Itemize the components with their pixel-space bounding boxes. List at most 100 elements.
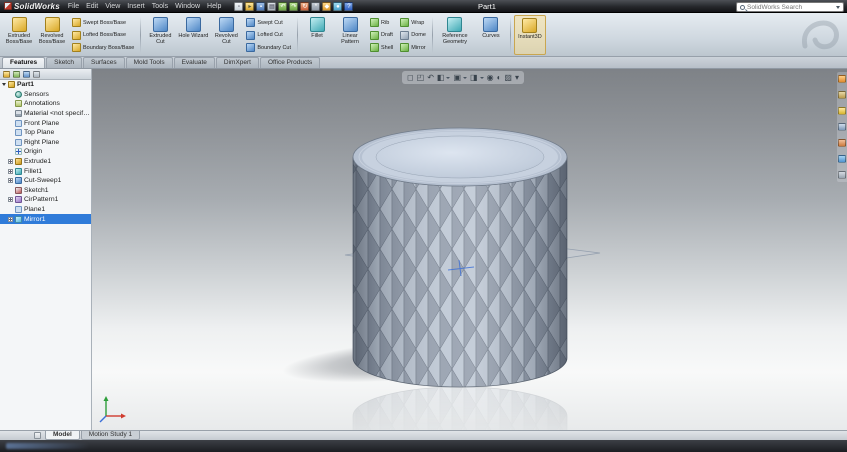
tree-item-material[interactable]: Material <not specified> [0,109,91,119]
chevron-down-icon[interactable] [479,76,484,79]
expand-plus-icon[interactable] [8,159,13,165]
tab-dimxpert[interactable]: DimXpert [215,57,259,68]
tree-item-top-plane[interactable]: Top Plane [0,128,91,138]
save-icon[interactable]: ▪ [256,1,266,11]
tree-item-cut-sweep1[interactable]: Cut-Sweep1 [0,176,91,186]
instant3d-button[interactable]: Instant3D [513,15,546,55]
model-scene[interactable] [92,69,847,430]
tab-sketch[interactable]: Sketch [46,57,82,68]
tab-list-icon[interactable] [34,432,41,439]
chevron-down-icon[interactable] [463,76,468,79]
menu-insert[interactable]: Insert [127,3,145,10]
color-appearance-icon[interactable]: ◆ [322,1,332,11]
hide-show-items-icon[interactable]: ◉ [487,71,494,84]
help-icon[interactable]: ? [344,1,354,11]
shell-button[interactable]: Shell [368,42,395,53]
graphics-area[interactable]: ◻ ◰ ↶ ◧ ▣ ◨ ◉ ◐ ▨ ▾ [92,69,847,430]
extruded-boss-base-button[interactable]: Extruded Boss/Base [3,15,35,55]
print-icon[interactable]: ▤ [267,1,277,11]
redo-icon[interactable]: ↷ [289,1,299,11]
tab-features[interactable]: Features [2,57,46,68]
zoom-to-area-icon[interactable]: ◰ [417,71,425,84]
linear-pattern-button[interactable]: Linear Pattern [334,15,366,55]
swept-boss-base-button[interactable]: Swept Boss/Base [70,17,136,28]
menu-view[interactable]: View [105,3,120,10]
tree-item-cirpattern1[interactable]: CirPattern1 [0,195,91,205]
previous-view-icon[interactable]: ↶ [427,71,434,84]
expand-plus-icon[interactable] [8,168,13,174]
tab-office-products[interactable]: Office Products [259,57,321,68]
design-library-icon[interactable] [838,91,846,99]
apply-scene-icon[interactable]: ▨ [504,71,512,84]
file-explorer-icon[interactable] [838,107,846,115]
undo-icon[interactable]: ↶ [278,1,288,11]
display-style-icon[interactable]: ◨ [470,71,478,84]
view-settings-icon[interactable]: ▾ [515,71,519,84]
menu-tools[interactable]: Tools [152,3,168,10]
open-icon[interactable]: ▸ [245,1,255,11]
expand-plus-icon[interactable] [8,197,13,203]
curves-button[interactable]: Curves [475,15,507,55]
chevron-down-icon[interactable] [446,76,451,79]
extruded-cut-button[interactable]: Extruded Cut [144,15,176,55]
tree-item-extrude1[interactable]: Extrude1 [0,157,91,167]
dimxpertmanager-tab-icon[interactable] [33,70,40,78]
rib-button[interactable]: Rib [368,17,395,28]
tree-item-mirror1[interactable]: Mirror1 [0,214,91,224]
lofted-boss-base-button[interactable]: Lofted Boss/Base [70,30,136,41]
tree-item-front-plane[interactable]: Front Plane [0,118,91,128]
revolved-cut-button[interactable]: Revolved Cut [210,15,242,55]
menu-file[interactable]: File [68,3,79,10]
reference-geometry-button[interactable]: Reference Geometry [436,15,474,55]
section-view-icon[interactable]: ◧ [437,71,445,84]
mirror-button[interactable]: Mirror [398,42,428,53]
solidworks-resources-icon[interactable] [838,75,846,83]
featuremanager-tab-icon[interactable] [3,70,10,78]
tree-item-origin[interactable]: Origin [0,147,91,157]
view-orientation-icon[interactable]: ▣ [453,71,461,84]
hole-wizard-button[interactable]: Hole Wizard [177,15,209,55]
tree-item-part1[interactable]: Part1 [0,80,91,90]
menu-help[interactable]: Help [207,3,221,10]
tree-item-sketch1[interactable]: Sketch1 [0,186,91,196]
tab-model[interactable]: Model [45,431,80,440]
tree-item-sensors[interactable]: Sensors [0,90,91,100]
fillet-button[interactable]: Fillet [301,15,333,55]
menu-edit[interactable]: Edit [86,3,98,10]
options-icon[interactable]: * [311,1,321,11]
menu-window[interactable]: Window [175,3,200,10]
expand-plus-icon[interactable] [8,216,13,222]
tree-item-annotations[interactable]: Annotations [0,99,91,109]
lofted-cut-button[interactable]: Lofted Cut [244,30,293,41]
search-input[interactable] [747,3,834,11]
search-icon[interactable] [838,123,846,131]
collapse-arrow-icon[interactable] [2,83,6,87]
tree-item-plane1[interactable]: Plane1 [0,205,91,215]
new-icon[interactable]: ▫ [234,1,244,11]
tab-surfaces[interactable]: Surfaces [82,57,125,68]
boundary-cut-button[interactable]: Boundary Cut [244,42,293,53]
draft-button[interactable]: Draft [368,30,395,41]
tree-item-fillet1[interactable]: Fillet1 [0,166,91,176]
tab-motion-study-1[interactable]: Motion Study 1 [80,431,141,440]
configurationmanager-tab-icon[interactable] [23,70,30,78]
dome-button[interactable]: Dome [398,30,428,41]
chevron-down-icon[interactable] [836,5,840,9]
expand-plus-icon[interactable] [8,178,13,184]
tab-mold-tools[interactable]: Mold Tools [125,57,173,68]
knurled-cylinder-model[interactable] [352,127,568,388]
view-palette-icon[interactable] [838,139,846,147]
swept-cut-button[interactable]: Swept Cut [244,17,293,28]
propertymanager-tab-icon[interactable] [13,70,20,78]
boundary-boss-base-button[interactable]: Boundary Boss/Base [70,42,136,53]
tree-item-right-plane[interactable]: Right Plane [0,138,91,148]
appearances-scenes-icon[interactable] [838,155,846,163]
custom-properties-icon[interactable] [838,171,846,179]
wrap-button[interactable]: Wrap [398,17,428,28]
rebuild-icon[interactable]: ↻ [300,1,310,11]
zoom-fit-icon[interactable]: ◻ [407,71,414,84]
edit-appearance-icon[interactable]: ◐ [497,71,502,84]
revolved-boss-base-button[interactable]: Revolved Boss/Base [36,15,68,55]
tab-evaluate[interactable]: Evaluate [173,57,215,68]
render-icon[interactable]: ● [333,1,343,11]
